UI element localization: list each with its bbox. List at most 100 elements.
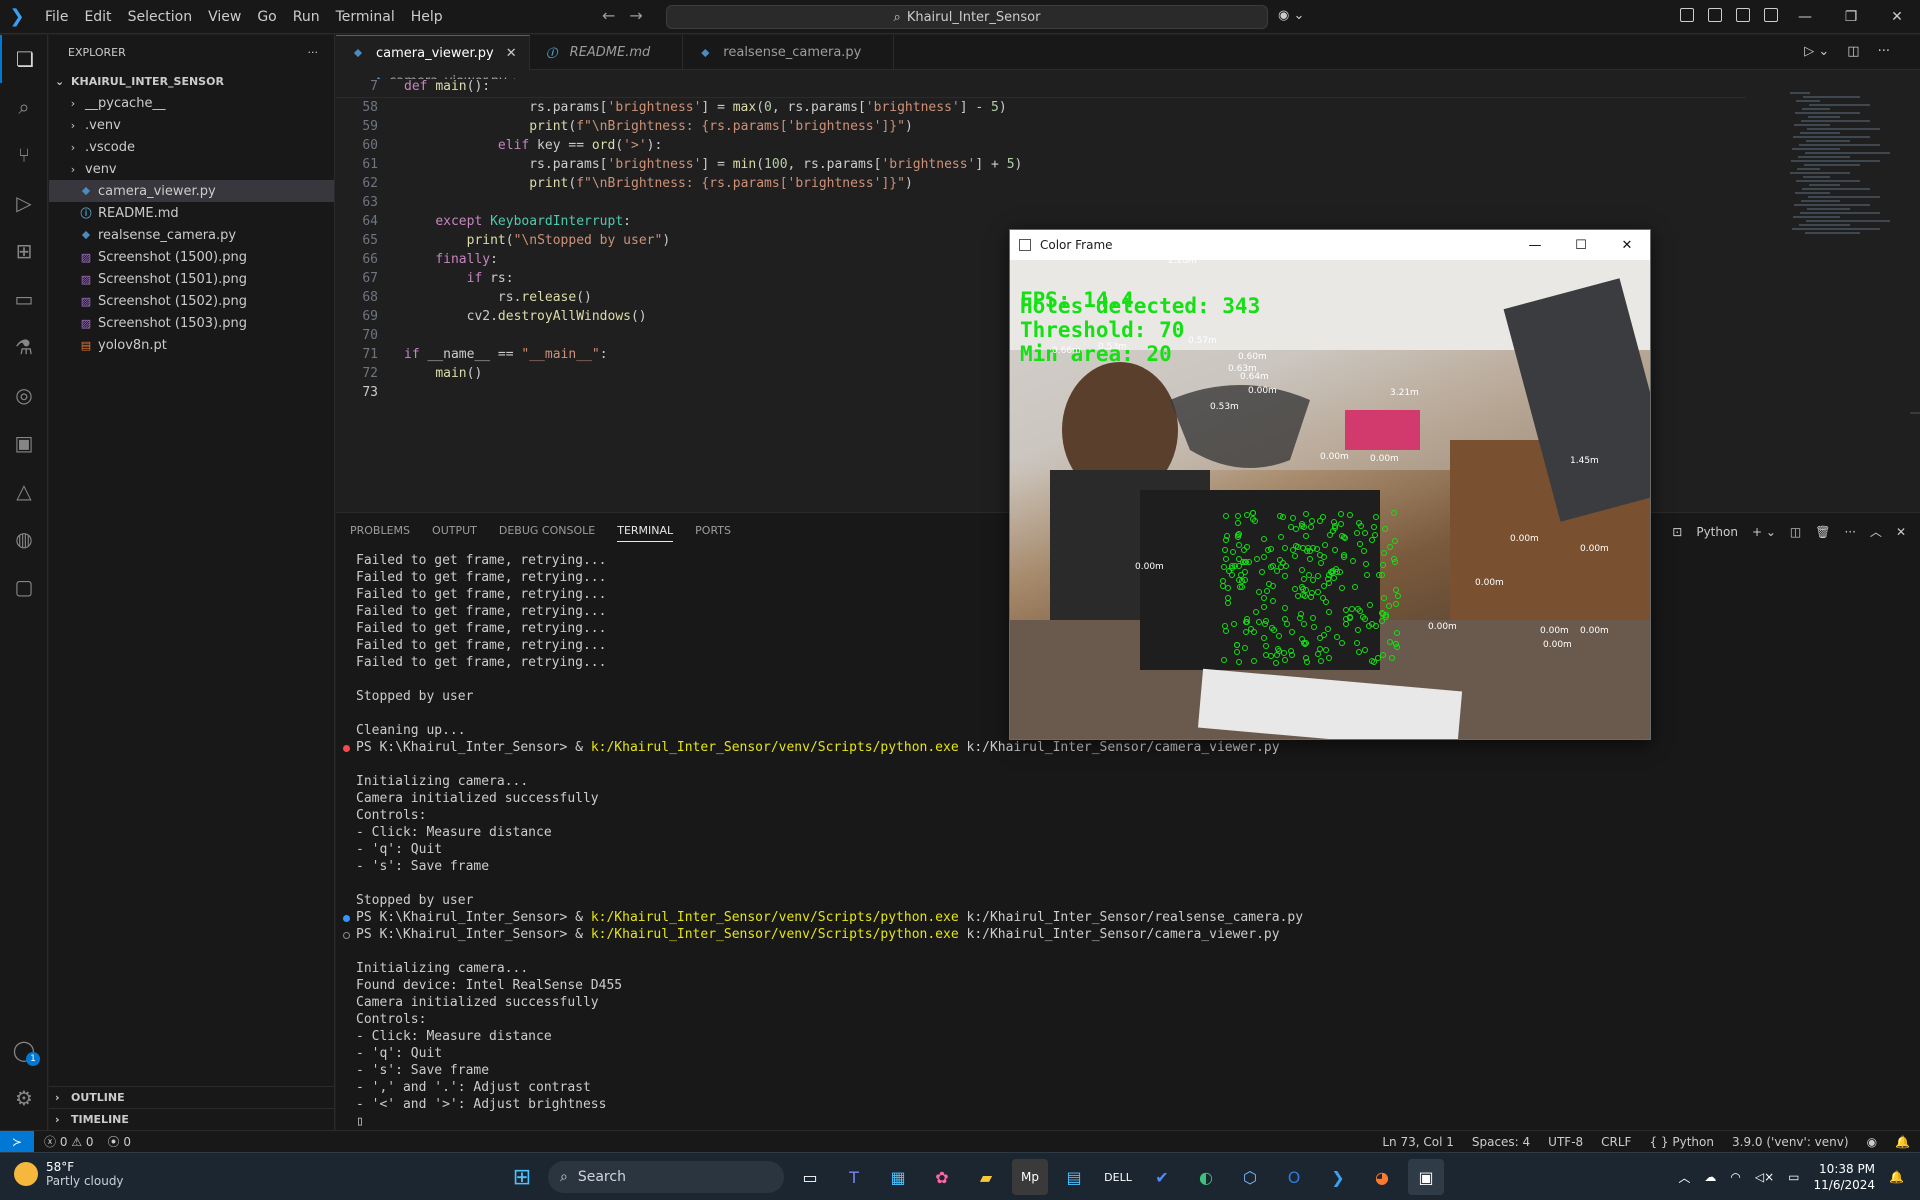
task-view-icon[interactable]: ▭: [792, 1159, 828, 1195]
mp-app-icon[interactable]: Mp: [1012, 1159, 1048, 1195]
tab-camera-viewer[interactable]: ⬥ camera_viewer.py ✕: [336, 35, 530, 70]
testing-icon[interactable]: ⚗: [0, 323, 48, 371]
tree-folder[interactable]: › .venv: [49, 114, 334, 136]
python-interpreter[interactable]: 3.9.0 ('venv': venv): [1732, 1135, 1849, 1149]
firefox-icon[interactable]: ◕: [1364, 1159, 1400, 1195]
close-panel-icon[interactable]: ✕: [1896, 525, 1906, 539]
wifi-icon[interactable]: ◠: [1730, 1170, 1740, 1184]
maximize-panel-icon[interactable]: ︿: [1870, 523, 1882, 540]
menu-selection[interactable]: Selection: [121, 5, 200, 29]
maximize-icon[interactable]: ☐: [1558, 230, 1604, 260]
ports-status[interactable]: ⦿ 0: [108, 1133, 131, 1150]
camera-feed[interactable]: FPS: 14.4 Holes detected: 343 Threshold:…: [1010, 260, 1650, 739]
store-icon[interactable]: ▤: [1056, 1159, 1092, 1195]
tab-terminal[interactable]: TERMINAL: [617, 524, 674, 542]
end-of-line[interactable]: CRLF: [1601, 1135, 1631, 1149]
calendar-icon[interactable]: ▦: [880, 1159, 916, 1195]
jupyter-icon[interactable]: ▣: [0, 419, 48, 467]
color-frame-window[interactable]: Color Frame — ☐ ✕ FPS: 14.4 Holes detect…: [1009, 229, 1651, 740]
tree-file[interactable]: ▨ Screenshot (1503).png: [49, 312, 334, 334]
code-line[interactable]: 70: [336, 328, 404, 347]
code-line[interactable]: 69 cv2.destroyAllWindows(): [336, 309, 646, 328]
run-debug-icon[interactable]: ▷: [0, 179, 48, 227]
chat-icon[interactable]: ▢: [0, 563, 48, 611]
code-line[interactable]: 71 if __name__ == "__main__":: [336, 347, 607, 366]
tree-folder[interactable]: › venv: [49, 158, 334, 180]
tab-output[interactable]: OUTPUT: [432, 524, 477, 537]
outlook-icon[interactable]: O: [1276, 1159, 1312, 1195]
tree-file[interactable]: ⬥ camera_viewer.py: [49, 180, 334, 202]
tab-problems[interactable]: PROBLEMS: [350, 524, 410, 537]
tab-debug-console[interactable]: DEBUG CONSOLE: [499, 524, 595, 537]
split-terminal-icon[interactable]: ◫: [1790, 525, 1801, 539]
menu-view[interactable]: View: [201, 5, 248, 29]
timeline-section[interactable]: › TIMELINE: [49, 1108, 335, 1130]
tree-file[interactable]: ⓘ README.md: [49, 202, 334, 224]
close-icon[interactable]: ✕: [1874, 0, 1920, 34]
code-line[interactable]: 59 print(f"\nBrightness: {rs.params['bri…: [336, 119, 912, 138]
search-view-icon[interactable]: ⌕: [0, 83, 48, 131]
workspace-folder[interactable]: ⌄ KHAIRUL_INTER_SENSOR: [49, 70, 334, 92]
menu-file[interactable]: File: [38, 5, 75, 29]
tree-file[interactable]: ▨ Screenshot (1500).png: [49, 246, 334, 268]
close-tab-icon[interactable]: ✕: [506, 46, 517, 61]
toggle-sidebar-icon[interactable]: [1680, 8, 1694, 22]
menu-terminal[interactable]: Terminal: [329, 5, 402, 29]
edge-icon[interactable]: ◐: [1188, 1159, 1224, 1195]
volume-muted-icon[interactable]: ◁×: [1755, 1170, 1774, 1184]
new-terminal-icon[interactable]: + ⌄: [1752, 525, 1776, 539]
tree-file[interactable]: ▤ yolov8n.pt: [49, 334, 334, 356]
chevron-up-icon[interactable]: ︿: [1678, 1169, 1690, 1186]
tree-folder[interactable]: › .vscode: [49, 136, 334, 158]
tab-readme[interactable]: ⓘ README.md: [530, 35, 684, 70]
extensions-icon[interactable]: ⊞: [0, 227, 48, 275]
azure-icon[interactable]: △: [0, 467, 48, 515]
menu-help[interactable]: Help: [404, 5, 450, 29]
tab-ports[interactable]: PORTS: [695, 524, 731, 537]
menu-edit[interactable]: Edit: [77, 5, 118, 29]
minimize-icon[interactable]: —: [1512, 230, 1558, 260]
copilot-status-icon[interactable]: ◉: [1867, 1135, 1877, 1149]
code-line[interactable]: 64 except KeyboardInterrupt:: [336, 214, 631, 233]
color-frame-titlebar[interactable]: Color Frame — ☐ ✕: [1010, 230, 1650, 260]
gear-icon[interactable]: ⚙: [0, 1074, 48, 1122]
toggle-secondary-sidebar-icon[interactable]: [1736, 8, 1750, 22]
minimap[interactable]: [1790, 90, 1890, 240]
command-decoration-icon[interactable]: [343, 932, 350, 939]
code-line[interactable]: 60 elif key == ord('>'):: [336, 138, 662, 157]
tree-file[interactable]: ⬥ realsense_camera.py: [49, 224, 334, 246]
code-line[interactable]: 66 finally:: [336, 252, 498, 271]
remote-indicator-icon[interactable]: ≻: [0, 1130, 34, 1153]
github-icon[interactable]: ◍: [0, 515, 48, 563]
dell-icon[interactable]: DELL: [1100, 1159, 1136, 1195]
account-icon[interactable]: ◯ 1: [0, 1026, 48, 1074]
notification-center-icon[interactable]: 🔔: [1889, 1170, 1904, 1184]
copilot-app-icon[interactable]: ✿: [924, 1159, 960, 1195]
todo-icon[interactable]: ✔: [1144, 1159, 1180, 1195]
kill-terminal-icon[interactable]: 🗑: [1815, 525, 1830, 539]
command-center-search[interactable]: ⌕ Khairul_Inter_Sensor: [666, 5, 1268, 29]
customize-layout-icon[interactable]: [1764, 8, 1778, 22]
close-icon[interactable]: ✕: [1604, 230, 1650, 260]
vscode-taskbar-icon[interactable]: ❯: [1320, 1159, 1356, 1195]
virtualbox-icon[interactable]: ⬡: [1232, 1159, 1268, 1195]
file-explorer-icon[interactable]: ▰: [968, 1159, 1004, 1195]
code-line[interactable]: 63: [336, 195, 404, 214]
camera-window-icon[interactable]: ▣: [1408, 1159, 1444, 1195]
notifications-icon[interactable]: 🔔: [1895, 1135, 1910, 1149]
tree-file[interactable]: ▨ Screenshot (1502).png: [49, 290, 334, 312]
tree-file[interactable]: ▨ Screenshot (1501).png: [49, 268, 334, 290]
tab-realsense-camera[interactable]: ⬥ realsense_camera.py: [683, 35, 895, 70]
code-line[interactable]: 58 rs.params['brightness'] = max(0, rs.p…: [336, 100, 1006, 119]
terminal-shell-label[interactable]: Python: [1696, 525, 1738, 539]
code-line[interactable]: 61 rs.params['brightness'] = min(100, rs…: [336, 157, 1022, 176]
clock[interactable]: 10:38 PM 11/6/2024: [1814, 1161, 1876, 1193]
code-line[interactable]: 73: [336, 385, 404, 404]
cursor-position[interactable]: Ln 73, Col 1: [1382, 1135, 1454, 1149]
forward-arrow-icon[interactable]: →: [629, 6, 642, 25]
tree-folder[interactable]: › __pycache__: [49, 92, 334, 114]
source-control-icon[interactable]: ⑂: [0, 131, 48, 179]
code-line[interactable]: 62 print(f"\nBrightness: {rs.params['bri…: [336, 176, 912, 195]
minimize-icon[interactable]: —: [1782, 0, 1828, 34]
indentation[interactable]: Spaces: 4: [1472, 1135, 1530, 1149]
